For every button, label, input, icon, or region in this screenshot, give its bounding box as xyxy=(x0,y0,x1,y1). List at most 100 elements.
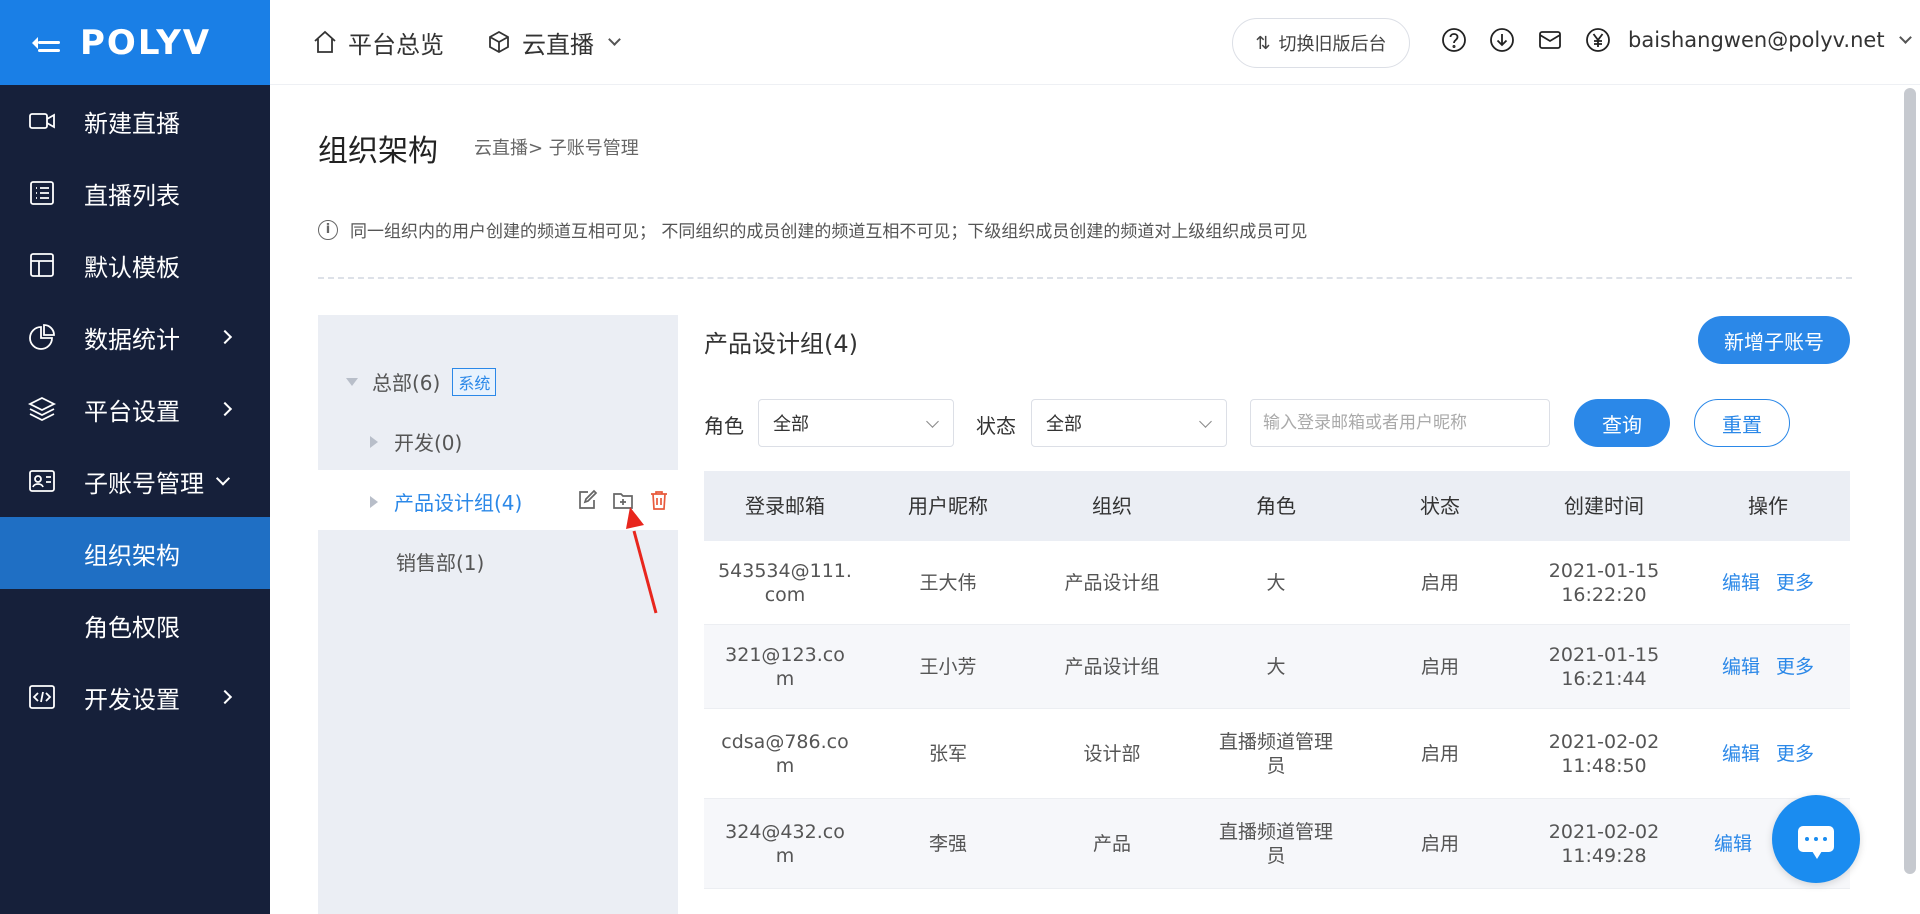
menu-collapse-icon[interactable] xyxy=(32,31,62,55)
edit-link[interactable]: 编辑 xyxy=(1714,832,1752,856)
status-cell: 启用 xyxy=(1420,655,1459,678)
nav-label: 平台总览 xyxy=(348,30,444,59)
sidebar-item-platform-settings[interactable]: 平台设置 xyxy=(0,373,270,445)
notice: i 同一组织内的用户创建的频道互相可见； 不同组织的成员创建的频道互相不可见；下… xyxy=(318,217,1307,242)
logo[interactable]: POLYV xyxy=(80,23,211,63)
swap-icon: ⇅ xyxy=(1255,32,1271,54)
nav-label: 云直播 xyxy=(522,30,594,59)
chat-bubble-icon xyxy=(1798,826,1834,859)
created-time-cell: 2021-02-02 11:49:28 xyxy=(1522,799,1686,888)
sidebar-nav: 新建直播 直播列表 默认模板 数据统计 平台设置 子账号管理 组织架构 角色权限… xyxy=(0,85,270,733)
reset-button[interactable]: 重置 xyxy=(1694,399,1790,447)
edit-link[interactable]: 编辑 xyxy=(1722,742,1760,766)
email-line: com xyxy=(764,583,806,606)
download-icon[interactable] xyxy=(1488,26,1516,54)
table-row: cdsa@786.co m 张军 设计部 直播频道管理员 启用 2021-02-0… xyxy=(704,709,1850,799)
role-line: 直播频道管理 xyxy=(1218,820,1333,843)
sidebar-item-subaccount[interactable]: 子账号管理 xyxy=(0,445,270,517)
time-line: 11:48:50 xyxy=(1561,754,1647,777)
email-line: m xyxy=(775,844,795,867)
search-input[interactable] xyxy=(1250,399,1550,447)
date-line: 2021-01-15 xyxy=(1548,643,1660,666)
add-subaccount-button[interactable]: 新增子账号 xyxy=(1698,316,1850,364)
sidebar-item-default-template[interactable]: 默认模板 xyxy=(0,229,270,301)
status-cell: 启用 xyxy=(1420,571,1459,594)
help-icon[interactable] xyxy=(1440,26,1468,54)
sidebar-item-label: 平台设置 xyxy=(84,397,180,426)
email-line: 324@432.co xyxy=(725,820,845,843)
created-time-cell: 2021-02-02 11:48:50 xyxy=(1522,709,1686,798)
role-select-value: 全部 xyxy=(773,414,809,435)
email-line: m xyxy=(775,667,795,690)
caret-down-icon[interactable] xyxy=(346,377,358,386)
header-icons xyxy=(1440,26,1612,54)
nav-cloud-live[interactable]: 云直播 xyxy=(486,25,621,60)
column-header: 状态 xyxy=(1420,494,1460,518)
logo-bar: POLYV xyxy=(0,0,270,85)
column-header: 用户昵称 xyxy=(908,494,988,518)
org-cell: 设计部 xyxy=(1083,742,1141,765)
edit-icon[interactable] xyxy=(576,489,598,511)
home-icon xyxy=(314,30,336,53)
edit-link[interactable]: 编辑 xyxy=(1722,655,1760,679)
mail-icon[interactable] xyxy=(1536,26,1564,54)
more-link[interactable]: 更多 xyxy=(1776,571,1814,595)
sidebar-item-data-stats[interactable]: 数据统计 xyxy=(0,301,270,373)
status-select[interactable]: 全部 xyxy=(1031,399,1227,447)
nav-platform-overview[interactable]: 平台总览 xyxy=(312,25,444,60)
role-filter-label: 角色 xyxy=(704,414,744,438)
sidebar-item-live-list[interactable]: 直播列表 xyxy=(0,157,270,229)
sidebar-item-org-structure[interactable]: 组织架构 xyxy=(0,517,270,589)
query-button[interactable]: 查询 xyxy=(1574,399,1670,447)
actions-cell: 编辑 更多 xyxy=(1686,541,1850,624)
code-icon xyxy=(26,681,58,713)
subaccount-table: 登录邮箱 用户昵称 组织 角色 状态 创建时间 操作 543534@111. co… xyxy=(704,471,1850,889)
nickname-cell: 李强 xyxy=(928,832,967,855)
chat-support-button[interactable] xyxy=(1772,795,1860,883)
role-select[interactable]: 全部 xyxy=(758,399,954,447)
tree-node-dev[interactable]: 开发(0) xyxy=(370,427,462,456)
status-filter-label: 状态 xyxy=(976,414,1016,438)
edit-link[interactable]: 编辑 xyxy=(1722,571,1760,595)
user-email: baishangwen@polyv.net xyxy=(1628,28,1885,52)
chevron-right-icon xyxy=(217,401,233,417)
sidebar-item-new-live[interactable]: 新建直播 xyxy=(0,85,270,157)
yuan-icon[interactable] xyxy=(1584,26,1612,54)
tree-node-product-design[interactable]: 产品设计组(4) xyxy=(370,487,522,516)
time-line: 16:21:44 xyxy=(1561,667,1647,690)
sidebar-item-label: 新建直播 xyxy=(84,109,180,138)
caret-right-icon[interactable] xyxy=(370,435,378,448)
email-line: 321@123.co xyxy=(725,643,845,666)
more-link[interactable]: 更多 xyxy=(1776,655,1814,679)
id-card-icon xyxy=(26,465,58,497)
template-icon xyxy=(26,249,58,281)
chevron-down-icon xyxy=(1199,415,1212,428)
column-header: 创建时间 xyxy=(1564,494,1644,518)
divider xyxy=(318,277,1852,279)
table-row: 321@123.co m 王小芳 产品设计组 大 启用 2021-01-15 16:… xyxy=(704,625,1850,709)
date-line: 2021-02-02 xyxy=(1548,730,1660,753)
status-cell: 启用 xyxy=(1420,742,1459,765)
switch-legacy-button[interactable]: ⇅ 切换旧版后台 xyxy=(1232,18,1410,68)
email-line: 543534@111. xyxy=(718,559,852,582)
email-cell: 321@123.co m xyxy=(704,625,866,708)
cube-icon xyxy=(489,30,509,54)
column-header: 操作 xyxy=(1748,494,1788,518)
nickname-cell: 张军 xyxy=(928,742,967,765)
tree-node-sales[interactable]: 销售部(1) xyxy=(396,547,484,576)
notice-text: 同一组织内的用户创建的频道互相可见； 不同组织的成员创建的频道互相不可见；下级组… xyxy=(350,222,1308,242)
group-title: 产品设计组(4) xyxy=(704,330,858,358)
org-cell: 产品设计组 xyxy=(1064,571,1160,594)
page-scrollbar[interactable] xyxy=(1904,88,1916,874)
sidebar-item-role-permissions[interactable]: 角色权限 xyxy=(0,589,270,661)
sidebar: POLYV 新建直播 直播列表 默认模板 数据统计 平台设置 子账号管理 组织架… xyxy=(0,0,270,914)
info-icon: i xyxy=(318,219,338,240)
user-menu[interactable]: baishangwen@polyv.net xyxy=(1628,28,1912,52)
more-link[interactable]: 更多 xyxy=(1776,742,1814,766)
sidebar-item-dev-settings[interactable]: 开发设置 xyxy=(0,661,270,733)
breadcrumb: 云直播> 子账号管理 xyxy=(474,138,639,159)
caret-right-icon[interactable] xyxy=(370,495,378,508)
tree-node-root[interactable]: 总部(6) 系统 xyxy=(346,367,497,396)
nickname-cell: 王大伟 xyxy=(919,571,977,594)
tree-node-label: 总部(6) xyxy=(372,371,441,395)
